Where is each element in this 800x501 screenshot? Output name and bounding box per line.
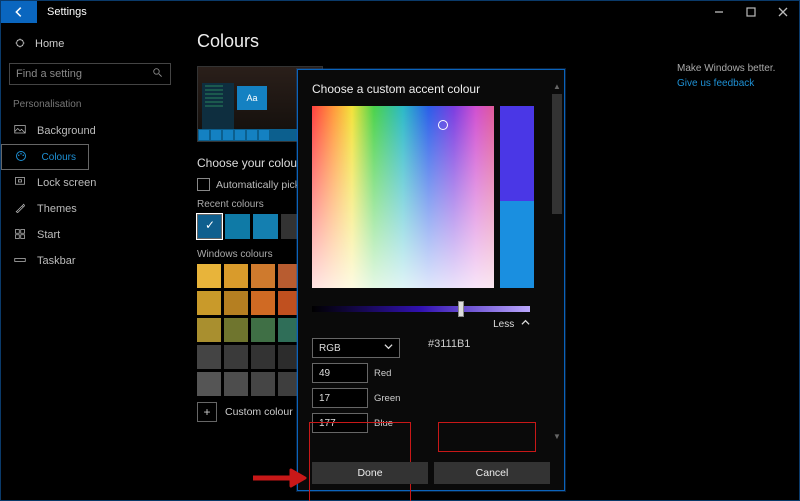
windows-colour-swatch[interactable] [197, 345, 221, 369]
windows-colour-swatch[interactable] [224, 264, 248, 288]
dialog-title: Choose a custom accent colour [312, 82, 550, 96]
colours-icon [14, 150, 28, 165]
themes-icon [13, 202, 27, 217]
scroll-up-icon[interactable]: ▲ [552, 82, 562, 94]
taskbar-icon [13, 254, 27, 269]
custom-colour-label: Custom colour [225, 406, 293, 418]
green-label: Green [374, 393, 402, 404]
windows-colour-swatch[interactable] [251, 291, 275, 315]
windows-colour-swatch[interactable] [251, 372, 275, 396]
windows-colour-swatch[interactable] [197, 372, 221, 396]
windows-colour-swatch[interactable] [224, 318, 248, 342]
windows-colour-swatch[interactable] [197, 264, 221, 288]
windows-colour-swatch[interactable] [224, 291, 248, 315]
less-toggle[interactable]: Less [312, 318, 530, 330]
chevron-up-icon [521, 318, 530, 330]
nav-item-label: Taskbar [37, 255, 76, 267]
plus-icon: + [197, 402, 217, 422]
windows-colour-swatch[interactable] [224, 372, 248, 396]
search-placeholder: Find a setting [16, 68, 82, 80]
preview-sample-text: Aa [237, 86, 267, 110]
checkbox-box [197, 178, 210, 191]
annotation-arrow-icon [251, 467, 307, 489]
colour-mode-select[interactable]: RGB [312, 338, 400, 358]
nav-home[interactable]: Home [1, 31, 179, 57]
colour-picker-dialog: Choose a custom accent colour [297, 69, 565, 491]
maximize-button[interactable] [735, 1, 767, 23]
lockscreen-icon [13, 176, 27, 191]
hue-column[interactable] [500, 106, 534, 288]
windows-colour-swatch[interactable] [197, 291, 221, 315]
scrollbar-thumb[interactable] [552, 94, 562, 214]
hex-input[interactable]: #3111B1 [428, 338, 512, 350]
chevron-down-icon [384, 342, 393, 354]
nav-section-label: Personalisation [1, 95, 179, 114]
titlebar: Settings [1, 1, 799, 23]
page-title: Colours [197, 31, 799, 52]
feedback-link[interactable]: Give us feedback [677, 78, 787, 89]
windows-colour-swatch[interactable] [251, 264, 275, 288]
feedback-panel: Make Windows better. Give us feedback [677, 63, 787, 89]
nav-home-label: Home [35, 38, 64, 50]
value-slider[interactable] [312, 306, 530, 312]
colour-field[interactable] [312, 106, 494, 288]
red-input[interactable]: 49 [312, 363, 368, 383]
windows-colour-swatch[interactable] [224, 345, 248, 369]
nav-panel: Home Find a setting Personalisation Back… [1, 23, 179, 500]
search-icon [150, 67, 164, 81]
close-button[interactable] [767, 1, 799, 23]
nav-item-lockscreen[interactable]: Lock screen [1, 170, 179, 196]
red-label: Red [374, 368, 402, 379]
nav-item-background[interactable]: Background [1, 118, 179, 144]
cancel-button[interactable]: Cancel [434, 462, 550, 484]
nav-item-taskbar[interactable]: Taskbar [1, 248, 179, 274]
nav-item-colours[interactable]: Colours [1, 144, 89, 170]
window-title: Settings [37, 6, 703, 18]
done-button[interactable]: Done [312, 462, 428, 484]
scroll-down-icon[interactable]: ▼ [552, 432, 562, 444]
windows-colour-swatch[interactable] [251, 345, 275, 369]
colour-cursor-icon [438, 120, 448, 130]
hex-panel: #3111B1 [428, 338, 512, 433]
blue-input[interactable]: 177 [312, 413, 368, 433]
recent-colour-swatch[interactable] [225, 214, 250, 239]
nav-item-label: Lock screen [37, 177, 96, 189]
windows-colour-swatch[interactable] [251, 318, 275, 342]
windows-colour-swatch[interactable] [197, 318, 221, 342]
nav-item-label: Themes [37, 203, 77, 215]
colour-mode-value: RGB [319, 343, 341, 354]
back-button[interactable] [1, 1, 37, 23]
nav-item-label: Start [37, 229, 60, 241]
feedback-text: Make Windows better. [677, 63, 787, 74]
rgb-panel: RGB 49 Red 17 Green 177 Blue [312, 338, 402, 433]
search-input[interactable]: Find a setting [9, 63, 171, 85]
blue-label: Blue [374, 418, 402, 429]
dialog-scrollbar[interactable]: ▲ ▼ [552, 82, 562, 444]
nav-item-label: Colours [42, 152, 76, 163]
recent-colour-swatch[interactable] [253, 214, 278, 239]
nav-item-start[interactable]: Start [1, 222, 179, 248]
start-icon [13, 228, 27, 243]
nav-item-themes[interactable]: Themes [1, 196, 179, 222]
green-input[interactable]: 17 [312, 388, 368, 408]
background-icon [13, 124, 27, 139]
nav-item-label: Background [37, 125, 96, 137]
recent-colour-swatch[interactable] [197, 214, 222, 239]
home-icon [13, 37, 27, 52]
less-label: Less [493, 319, 514, 330]
slider-thumb[interactable] [458, 301, 464, 317]
minimize-button[interactable] [703, 1, 735, 23]
